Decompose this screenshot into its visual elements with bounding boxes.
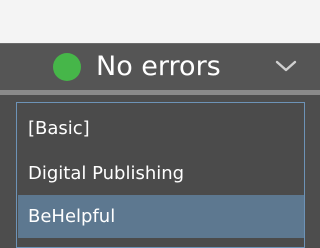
status-label: No errors	[96, 51, 221, 82]
profile-option-digital-publishing[interactable]: Digital Publishing	[18, 152, 304, 195]
top-strip	[0, 0, 320, 43]
profile-option-behelpful[interactable]: BeHelpful	[18, 195, 304, 238]
preflight-panel: No errors [Basic] Digital Publishing BeH…	[0, 0, 320, 248]
profile-option-basic[interactable]: [Basic]	[18, 107, 304, 150]
status-dot-icon	[53, 53, 81, 81]
chevron-down-icon[interactable]	[274, 56, 298, 76]
profile-dropdown-list: [Basic] Digital Publishing BeHelpful	[16, 102, 305, 248]
